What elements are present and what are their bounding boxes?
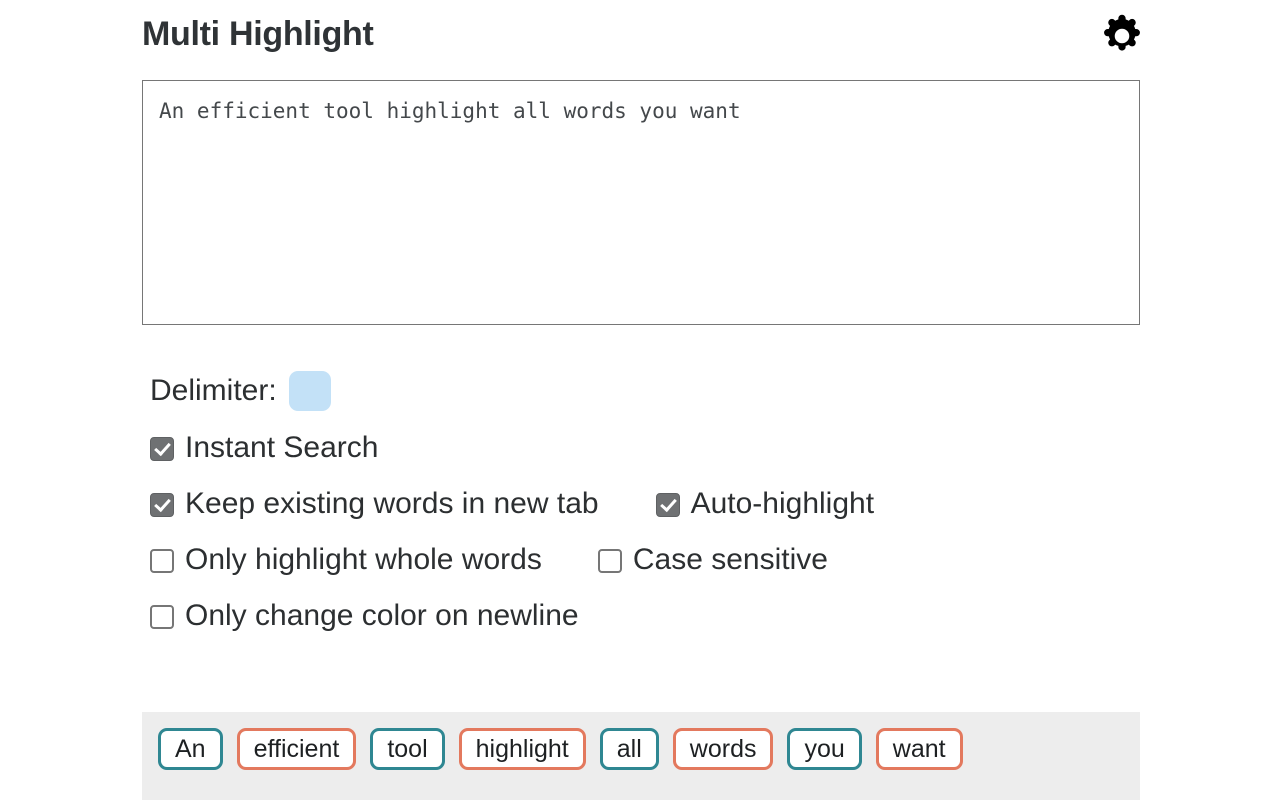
checkbox-keep-existing-words[interactable]: Keep existing words in new tab (150, 487, 599, 521)
newline-color-row: Only change color on newline (150, 588, 1150, 644)
keep-words-row: Keep existing words in new tab Auto-high… (150, 476, 1150, 532)
checkbox-box-unchecked-icon[interactable] (150, 605, 174, 629)
delimiter-label: Delimiter: (150, 374, 277, 407)
word-chip[interactable]: words (672, 728, 774, 770)
options-panel: Delimiter: Instant Search Keep existing … (150, 362, 1150, 644)
checkbox-label: Instant Search (185, 431, 379, 464)
highlighted-words-bar: An efficient tool highlight all words yo… (142, 712, 1140, 800)
checkbox-box-unchecked-icon[interactable] (597, 549, 622, 573)
checkbox-label: Only change color on newline (185, 599, 579, 632)
word-chip[interactable]: efficient (236, 728, 357, 770)
delimiter-input[interactable] (288, 371, 331, 411)
page-title: Multi Highlight (142, 15, 374, 53)
word-chip[interactable]: want (875, 728, 963, 770)
gear-icon (1099, 13, 1145, 59)
word-chip[interactable]: An (158, 728, 223, 770)
word-chip[interactable]: highlight (458, 728, 586, 770)
checkbox-label: Case sensitive (632, 543, 828, 576)
checkbox-box-unchecked-icon[interactable] (150, 549, 174, 573)
header: Multi Highlight (142, 14, 1140, 68)
settings-button[interactable] (1098, 12, 1146, 60)
checkbox-box-checked-icon[interactable] (150, 437, 174, 461)
checkbox-case-sensitive[interactable]: Case sensitive (597, 543, 828, 577)
multi-highlight-popup: Multi Highlight Delimiter: Instant Searc… (0, 0, 1280, 800)
delimiter-row: Delimiter: (150, 362, 1150, 420)
checkbox-label: Only highlight whole words (185, 543, 542, 576)
checkbox-label: Auto-highlight (690, 487, 875, 520)
instant-search-row: Instant Search (150, 420, 1150, 476)
checkbox-only-change-color-on-newline[interactable]: Only change color on newline (150, 599, 579, 633)
word-chip[interactable]: tool (370, 728, 445, 770)
words-input[interactable] (142, 80, 1140, 325)
checkbox-only-highlight-whole-words[interactable]: Only highlight whole words (150, 543, 542, 577)
word-chip[interactable]: you (787, 728, 862, 770)
whole-words-row: Only highlight whole words Case sensitiv… (150, 532, 1150, 588)
checkbox-instant-search[interactable]: Instant Search (150, 431, 378, 465)
checkbox-label: Keep existing words in new tab (185, 487, 599, 520)
checkbox-box-checked-icon[interactable] (655, 493, 680, 517)
word-chip[interactable]: all (599, 728, 659, 770)
checkbox-box-checked-icon[interactable] (150, 493, 174, 517)
checkbox-auto-highlight[interactable]: Auto-highlight (655, 487, 875, 521)
